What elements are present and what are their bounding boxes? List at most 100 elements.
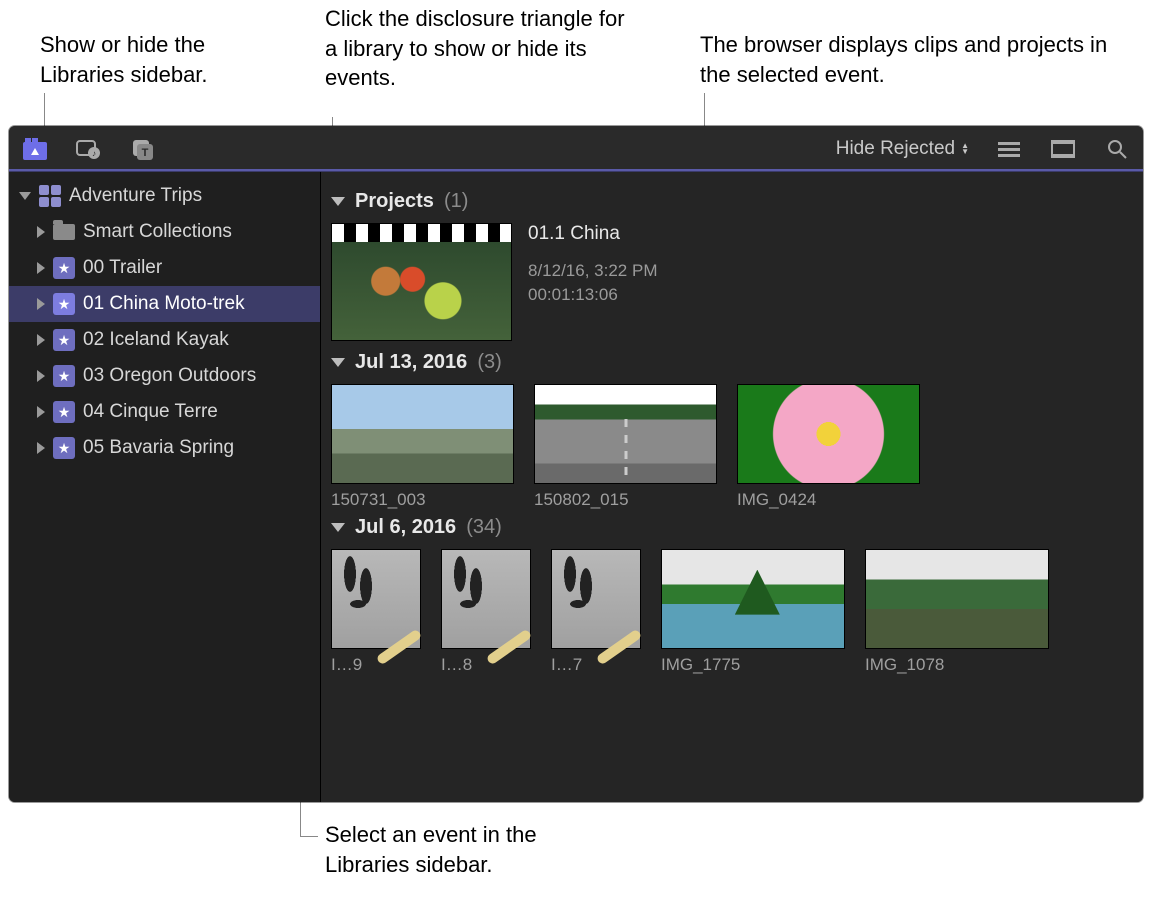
sidebar-item-label: 00 Trailer [83,257,162,279]
sidebar-item-smart-collections[interactable]: Smart Collections [9,214,320,250]
clip-label: I…9 [331,655,421,675]
chevron-down-icon[interactable] [331,523,345,532]
sidebar-item-label: 01 China Moto-trek [83,293,245,315]
clip-thumbnail[interactable] [441,549,531,649]
sidebar-item-event[interactable]: ★ 02 Iceland Kayak [9,322,320,358]
library-name: Adventure Trips [69,185,202,207]
project-submeta: 8/12/16, 3:22 PM00:01:13:06 [528,259,657,307]
browser-section-header[interactable]: Jul 6, 2016 (34) [331,516,1133,539]
section-title: Projects [355,190,434,213]
clip-item[interactable]: IMG_1078 [865,549,1049,675]
clip-filter-dropdown[interactable]: Hide Rejected ▲▼ [836,138,969,160]
clip-browser: Projects (1) 01.1 China 8/12/16, 3:22 PM00:… [321,172,1143,802]
photos-media-icon[interactable]: ♪ [75,135,103,163]
clip-label: IMG_0424 [737,490,920,510]
disclosure-triangle-icon[interactable] [19,192,31,200]
clip-grid: I…9 I…8 I…7 IMG_1775 IMG_1078 [331,549,1133,675]
clip-thumbnail[interactable] [534,384,717,484]
clip-thumbnail[interactable] [737,384,920,484]
section-count: (34) [466,516,502,539]
folder-icon [53,224,75,240]
callout-select-event: Select an event in the Libraries sidebar… [325,820,625,879]
chevron-right-icon[interactable] [37,370,45,382]
sidebar-item-label: 04 Cinque Terre [83,401,218,423]
section-title: Jul 6, 2016 [355,516,456,539]
app-body: Adventure Trips Smart Collections ★ 00 Tra… [9,172,1143,802]
clip-label: 150802_015 [534,490,717,510]
toolbar: ♪ T Hide Rejected ▲▼ [9,126,1143,172]
clip-thumbnail[interactable] [331,549,421,649]
clip-item[interactable]: IMG_0424 [737,384,920,510]
clip-item[interactable]: I…8 [441,549,531,675]
event-star-icon: ★ [53,365,75,387]
chevron-right-icon[interactable] [37,442,45,454]
leader-line [44,93,45,127]
clip-item[interactable]: 150731_003 [331,384,514,510]
chevron-right-icon[interactable] [37,298,45,310]
titles-generators-icon[interactable]: T [129,135,157,163]
sidebar-item-label: 05 Bavaria Spring [83,437,234,459]
sidebar-item-event[interactable]: ★ 00 Trailer [9,250,320,286]
library-icon [39,185,61,207]
callout-browser: The browser displays clips and projects … [700,30,1120,89]
clip-thumbnail[interactable] [331,384,514,484]
event-star-icon: ★ [53,437,75,459]
libraries-sidebar-toggle-icon[interactable] [21,135,49,163]
clip-label: IMG_1775 [661,655,845,675]
leader-line [300,836,318,837]
search-icon[interactable] [1103,135,1131,163]
clip-item[interactable]: I…7 [551,549,641,675]
clip-item[interactable]: 150802_015 [534,384,717,510]
clip-label: I…8 [441,655,531,675]
clip-thumbnail[interactable] [661,549,845,649]
svg-text:♪: ♪ [92,149,96,158]
clip-filter-label: Hide Rejected [836,138,955,160]
section-count: (1) [444,190,468,213]
event-star-icon: ★ [53,293,75,315]
chevron-right-icon[interactable] [37,334,45,346]
list-view-icon[interactable] [995,135,1023,163]
event-star-icon: ★ [53,257,75,279]
sidebar-item-event[interactable]: ★ 03 Oregon Outdoors [9,358,320,394]
browser-section-header[interactable]: Projects (1) [331,190,1133,213]
updown-icon: ▲▼ [961,143,969,155]
browser-section-header[interactable]: Jul 13, 2016 (3) [331,351,1133,374]
chevron-down-icon[interactable] [331,358,345,367]
sidebar-item-event[interactable]: ★ 01 China Moto-trek [9,286,320,322]
project-thumbnail[interactable] [331,223,512,341]
clip-label: 150731_003 [331,490,514,510]
sidebar-item-label: 03 Oregon Outdoors [83,365,256,387]
event-star-icon: ★ [53,401,75,423]
chevron-right-icon[interactable] [37,262,45,274]
app-window: ♪ T Hide Rejected ▲▼ [9,126,1143,802]
sidebar-item-label: 02 Iceland Kayak [83,329,229,351]
toolbar-accent-line [9,169,1143,171]
clip-thumbnail[interactable] [865,549,1049,649]
section-title: Jul 13, 2016 [355,351,467,374]
clip-thumbnail[interactable] [551,549,641,649]
svg-text:T: T [142,147,149,159]
library-row[interactable]: Adventure Trips [9,178,320,214]
callout-disclosure: Click the disclosure triangle for a libr… [325,4,625,93]
chevron-right-icon[interactable] [37,406,45,418]
event-star-icon: ★ [53,329,75,351]
clip-item[interactable]: I…9 [331,549,421,675]
project-row[interactable]: 01.1 China 8/12/16, 3:22 PM00:01:13:06 [331,223,1133,341]
callout-toggle-sidebar: Show or hide the Libraries sidebar. [40,30,290,89]
project-name: 01.1 China [528,223,657,245]
section-count: (3) [477,351,501,374]
clip-item[interactable]: IMG_1775 [661,549,845,675]
project-meta: 01.1 China 8/12/16, 3:22 PM00:01:13:06 [528,223,657,307]
filmstrip-view-icon[interactable] [1049,135,1077,163]
chevron-down-icon[interactable] [331,197,345,206]
chevron-right-icon[interactable] [37,226,45,238]
project-duration: 00:01:13:06 [528,283,657,307]
sidebar-item-event[interactable]: ★ 04 Cinque Terre [9,394,320,430]
libraries-sidebar: Adventure Trips Smart Collections ★ 00 Tra… [9,172,321,802]
sidebar-item-event[interactable]: ★ 05 Bavaria Spring [9,430,320,466]
clip-label: I…7 [551,655,641,675]
clip-label: IMG_1078 [865,655,1049,675]
project-date: 8/12/16, 3:22 PM [528,259,657,283]
clip-grid: 150731_003 150802_015 IMG_0424 [331,384,1133,510]
sidebar-item-label: Smart Collections [83,221,232,243]
